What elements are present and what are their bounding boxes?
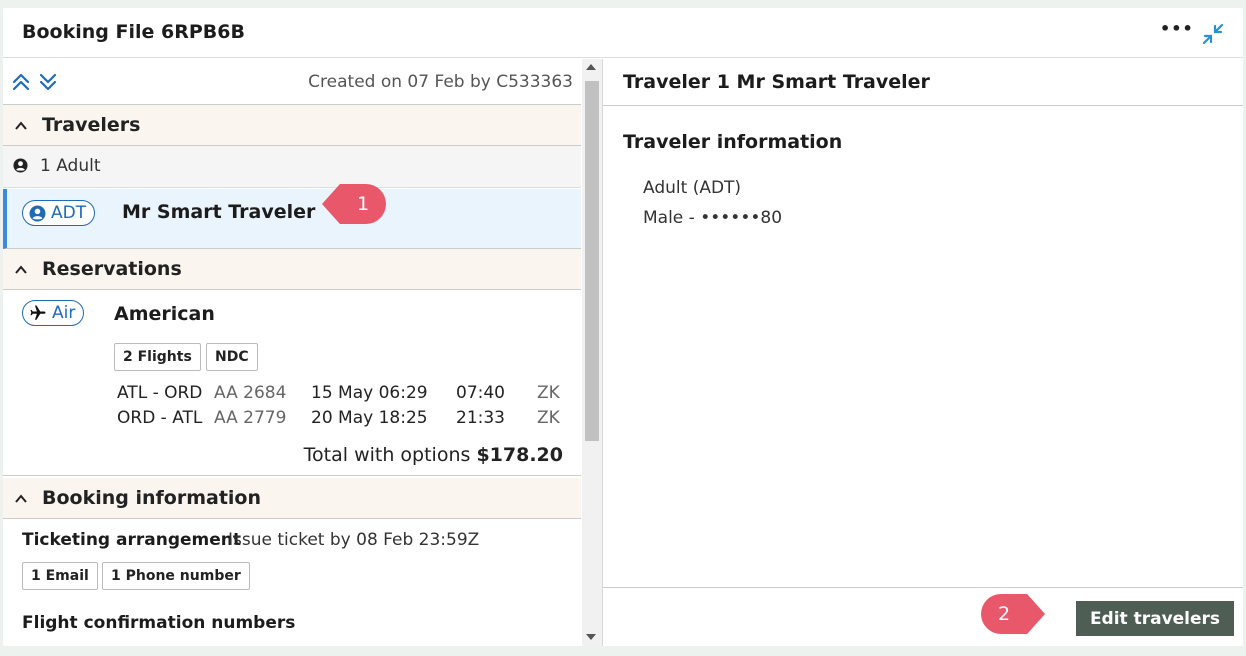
collapse-arrows-icon[interactable] xyxy=(1201,22,1225,46)
more-options-icon[interactable]: ••• xyxy=(1160,19,1194,38)
edit-travelers-button[interactable]: Edit travelers xyxy=(1076,601,1234,636)
caret-up-icon xyxy=(15,494,27,503)
flight-route: ATL - ORD xyxy=(117,383,203,403)
user-circle-icon xyxy=(29,205,46,221)
traveler-type-label: ADT xyxy=(51,203,87,223)
total-price: Total with options $178.20 xyxy=(304,444,563,466)
flight-status: ZK xyxy=(537,383,560,403)
section-title: Reservations xyxy=(42,258,182,280)
flight-number: AA 2779 xyxy=(214,408,287,428)
traveler-information-title: Traveler information xyxy=(623,131,843,153)
phone-tag[interactable]: 1 Phone number xyxy=(102,562,250,590)
section-title: Booking information xyxy=(42,487,262,509)
reservation-card[interactable]: Air American 2 Flights NDC ATL - ORD AA … xyxy=(3,291,581,476)
traveler-row[interactable]: ADT Mr Smart Traveler xyxy=(3,189,581,249)
traveler-detail-pane: Traveler 1 Mr Smart Traveler Traveler in… xyxy=(603,59,1243,646)
scrollbar-thumb[interactable] xyxy=(585,81,599,441)
scroll-up-arrow-icon[interactable] xyxy=(586,64,596,70)
flight-number: AA 2684 xyxy=(214,383,287,403)
flight-status: ZK xyxy=(537,408,560,428)
traveler-gender-dob: Male - ••••••80 xyxy=(643,208,783,228)
traveler-type: Adult (ADT) xyxy=(643,178,742,198)
double-chevron-up-icon[interactable] xyxy=(11,72,31,92)
ndc-tag: NDC xyxy=(206,343,258,371)
created-info: Created on 07 Feb by C533363 xyxy=(308,72,573,92)
traveler-count-row: 1 Adult xyxy=(3,146,581,188)
overview-toolbar: Created on 07 Feb by C533363 xyxy=(3,59,581,105)
flight-row: ORD - ATL AA 2779 20 May 18:25 21:33 ZK xyxy=(117,408,567,432)
traveler-name: Mr Smart Traveler xyxy=(122,201,316,223)
flight-departure: 15 May 06:29 xyxy=(311,383,428,403)
reservation-type-label: Air xyxy=(52,303,76,323)
flight-arrival: 07:40 xyxy=(456,383,505,403)
reservation-type-badge: Air xyxy=(22,300,85,326)
total-label: Total with options xyxy=(303,444,471,466)
flight-confirmation-label: Flight confirmation numbers xyxy=(22,613,296,633)
email-tag[interactable]: 1 Email xyxy=(22,562,98,590)
flight-departure: 20 May 18:25 xyxy=(311,408,428,428)
window-title: Booking File 6RPB6B xyxy=(22,21,245,43)
section-header-reservations[interactable]: Reservations xyxy=(3,249,581,290)
caret-up-icon xyxy=(15,265,27,274)
detail-header: Traveler 1 Mr Smart Traveler xyxy=(603,59,1243,106)
detail-footer: Edit travelers xyxy=(603,587,1243,646)
ticketing-value: Issue ticket by 08 Feb 23:59Z xyxy=(228,530,480,550)
flights-count-tag: 2 Flights xyxy=(114,343,201,371)
airplane-icon xyxy=(30,305,46,320)
caret-up-icon xyxy=(15,121,27,130)
double-chevron-down-icon[interactable] xyxy=(38,72,58,92)
booking-overview-pane: Created on 07 Feb by C533363 Travelers 1… xyxy=(3,59,581,646)
overview-scrollbar[interactable] xyxy=(582,59,602,646)
section-header-travelers[interactable]: Travelers xyxy=(3,105,581,146)
flight-route: ORD - ATL xyxy=(117,408,203,428)
window-header: Booking File 6RPB6B ••• xyxy=(3,8,1243,58)
ticketing-label: Ticketing arrangement xyxy=(22,530,242,550)
section-header-booking-information[interactable]: Booking information xyxy=(3,478,581,519)
booking-information-body: Ticketing arrangement Issue ticket by 08… xyxy=(3,519,581,646)
airline-name: American xyxy=(114,303,215,325)
user-circle-icon xyxy=(13,158,28,173)
scroll-down-arrow-icon[interactable] xyxy=(586,634,596,640)
flight-row: ATL - ORD AA 2684 15 May 06:29 07:40 ZK xyxy=(117,383,567,407)
section-title: Travelers xyxy=(42,114,141,136)
traveler-type-badge: ADT xyxy=(22,200,96,226)
booking-file-window: Booking File 6RPB6B ••• Created on 07 Fe… xyxy=(3,8,1243,646)
detail-title: Traveler 1 Mr Smart Traveler xyxy=(623,71,930,93)
total-value: $178.20 xyxy=(476,444,563,466)
flight-arrival: 21:33 xyxy=(456,408,505,428)
traveler-count: 1 Adult xyxy=(40,156,101,176)
